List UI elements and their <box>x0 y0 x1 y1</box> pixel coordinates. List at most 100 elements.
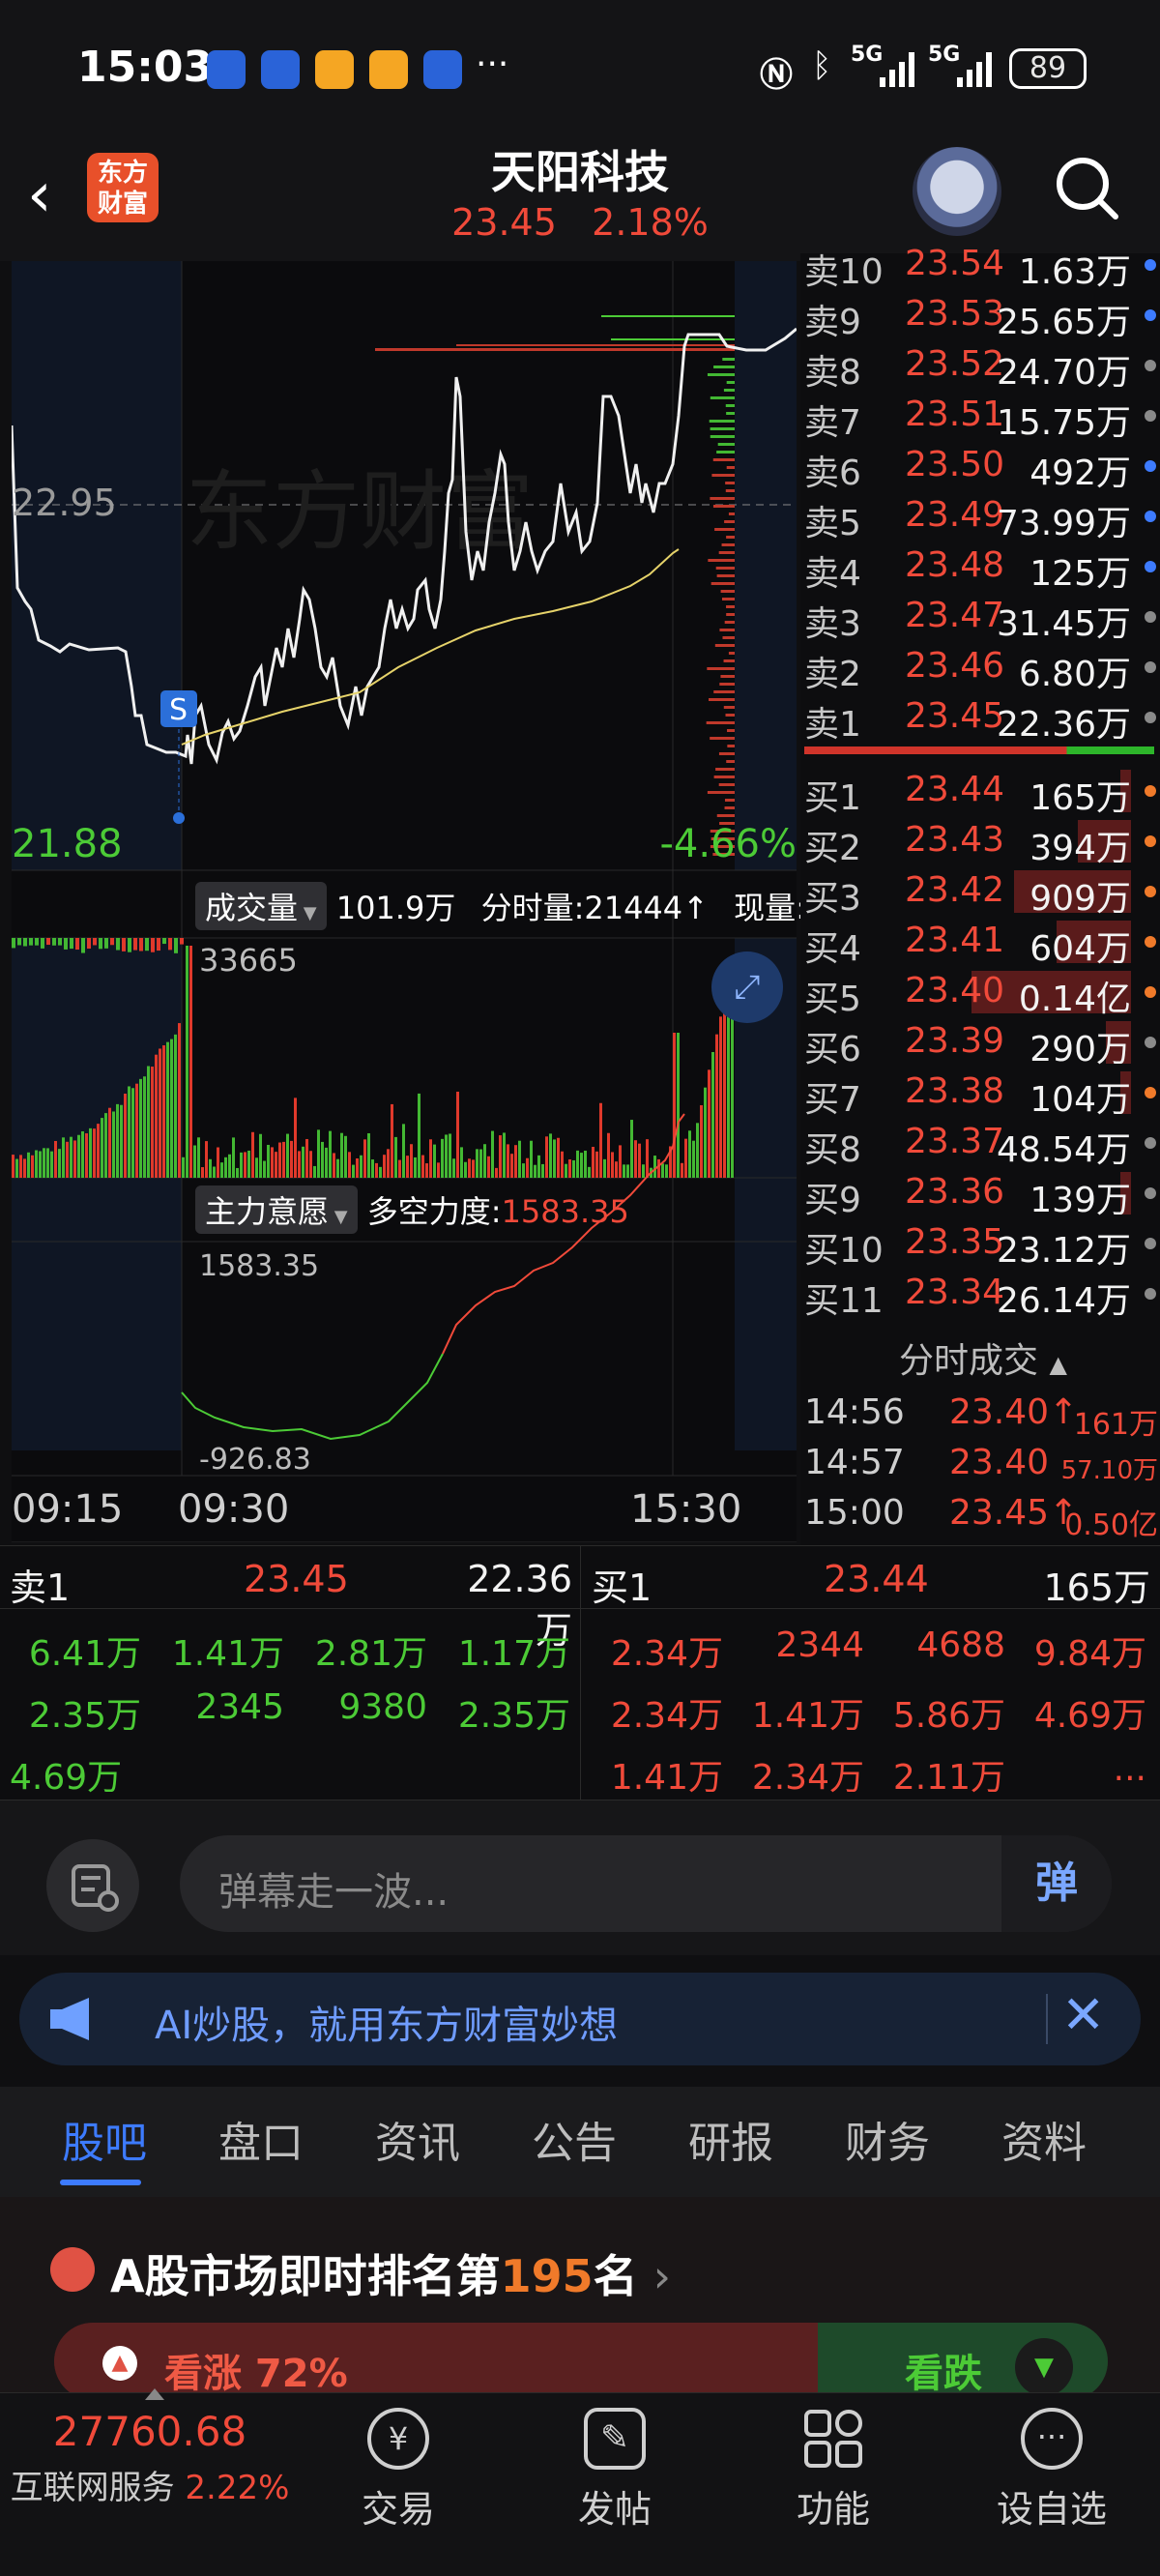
depth-bar <box>707 373 735 376</box>
danmu-send-button[interactable]: 弹 <box>1001 1835 1112 1932</box>
volume-bar <box>23 1158 26 1178</box>
ask-volume: 125万 <box>1030 554 1131 594</box>
nav-add-watchlist[interactable]: ··· 设自选 <box>974 2408 1129 2532</box>
buy-order-cell: 2.34万 <box>751 1758 864 1798</box>
depth-sell-label: 卖1 <box>10 1566 71 1609</box>
ask-row[interactable]: 卖2 23.46 6.80万 <box>804 642 1160 694</box>
depth-buy-price: 23.44 <box>824 1558 929 1600</box>
intraday-chart-panel[interactable]: 东方财富 S 22.95 21.88 -4.66% 成交量 ▼ 101.9万 分… <box>10 261 905 1543</box>
danmu-input[interactable]: 弹幕走一波... 弹 <box>180 1835 1112 1932</box>
ask-row[interactable]: 卖10 23.54 1.63万 <box>804 240 1160 292</box>
volume-bar <box>124 1094 127 1178</box>
depth-bar <box>719 629 735 631</box>
depth-bar <box>714 644 735 647</box>
bid-price: 23.41 <box>905 921 1005 960</box>
bid-volume: 26.14万 <box>996 1281 1131 1321</box>
depth-bar <box>611 338 735 340</box>
nav-add-watchlist-label: 设自选 <box>996 2488 1107 2531</box>
volume-bar <box>251 1131 254 1178</box>
bid-row[interactable]: 买11 23.34 26.14万 <box>804 1269 1160 1321</box>
ask-row[interactable]: 卖4 23.48 125万 <box>804 542 1160 594</box>
ticks-title[interactable]: 分时成交 ▲ <box>899 1332 1067 1383</box>
ask-row[interactable]: 卖9 23.53 25.65万 <box>804 290 1160 342</box>
tab-2[interactable]: 资讯 <box>375 2108 460 2170</box>
rank-text[interactable]: A股市场即时排名第195名 › <box>110 2241 671 2305</box>
bid-row[interactable]: 买4 23.41 604万 <box>804 917 1160 969</box>
notification-icon <box>261 50 300 89</box>
nav-post[interactable]: ✎ 发帖 <box>537 2408 692 2532</box>
bid-row[interactable]: 买1 23.44 165万 <box>804 766 1160 818</box>
ask-row[interactable]: 卖1 23.45 22.36万 <box>804 692 1160 745</box>
search-icon[interactable] <box>1052 153 1121 222</box>
close-icon[interactable]: ✕ <box>1061 1984 1105 2045</box>
volume-bar <box>545 1136 548 1178</box>
volume-bar <box>70 1136 72 1178</box>
tab-5[interactable]: 财务 <box>845 2108 930 2170</box>
volume-bar <box>267 1144 270 1178</box>
ask-volume: 6.80万 <box>1018 655 1131 694</box>
danmu-bar: 弹幕走一波... 弹 <box>0 1800 1160 1955</box>
index-ticker[interactable]: 27760.68 互联网服务 2.22% <box>0 2408 300 2508</box>
vote-bar[interactable]: ▲ 看涨 72% 看跌 ▼ <box>54 2323 1108 2400</box>
bid-row[interactable]: 买2 23.43 394万 <box>804 816 1160 868</box>
ask-row[interactable]: 卖8 23.52 24.70万 <box>804 340 1160 393</box>
bid-row[interactable]: 买10 23.35 23.12万 <box>804 1218 1160 1271</box>
tab-1[interactable]: 盘口 <box>218 2108 304 2170</box>
vote-down-icon[interactable]: ▼ <box>1015 2338 1073 2396</box>
bid-row[interactable]: 买5 23.40 0.14亿 <box>804 967 1160 1019</box>
ask-price: 23.49 <box>905 495 1005 535</box>
depth-bar <box>710 497 735 500</box>
volume-bar <box>39 1151 42 1178</box>
vote-up-icon[interactable]: ▲ <box>102 2346 137 2381</box>
ask-label: 卖2 <box>804 655 861 694</box>
bid-row[interactable]: 买9 23.36 139万 <box>804 1168 1160 1220</box>
bid-volume: 0.14亿 <box>1018 980 1131 1019</box>
grid-icon <box>802 2408 864 2470</box>
volume-bar <box>170 1039 173 1178</box>
tab-3[interactable]: 公告 <box>532 2108 617 2170</box>
tab-6[interactable]: 资料 <box>1001 2108 1087 2170</box>
bid-label: 买5 <box>804 980 861 1019</box>
ai-assistant-avatar[interactable] <box>913 147 1001 236</box>
tab-0[interactable]: 股吧 <box>62 2108 147 2170</box>
bid-volume: 23.12万 <box>996 1231 1131 1271</box>
nav-functions[interactable]: 功能 <box>756 2408 911 2532</box>
indicator-dropdown[interactable]: 主力意愿 ▼ <box>195 1186 358 1234</box>
volume-bar <box>282 1141 285 1178</box>
ask-row[interactable]: 卖5 23.49 73.99万 <box>804 491 1160 543</box>
depth-bar <box>713 776 735 778</box>
bid-row[interactable]: 买3 23.42 909万 <box>804 866 1160 919</box>
ask-label: 卖10 <box>804 252 884 292</box>
bid-price: 23.34 <box>905 1273 1005 1312</box>
volume-bar <box>387 1149 390 1178</box>
bid-row[interactable]: 买6 23.39 290万 <box>804 1017 1160 1069</box>
ask-volume: 15.75万 <box>996 403 1131 443</box>
nav-trade[interactable]: ¥ 交易 <box>321 2408 476 2532</box>
expand-icon[interactable]: ⤢ <box>711 951 783 1023</box>
more-icon: ··· <box>1021 2408 1083 2470</box>
bid-row[interactable]: 买8 23.37 48.54万 <box>804 1118 1160 1170</box>
tab-4[interactable]: 研报 <box>688 2108 773 2170</box>
ask-price: 23.54 <box>905 244 1005 283</box>
volume-bar <box>99 938 102 950</box>
ask-row[interactable]: 卖6 23.50 492万 <box>804 441 1160 493</box>
danmu-settings-icon[interactable] <box>46 1839 139 1932</box>
bid-row[interactable]: 买7 23.38 104万 <box>804 1068 1160 1120</box>
ai-ad-banner[interactable]: AI炒股，就用东方财富妙想 ✕ <box>19 1973 1141 2065</box>
nav-post-label: 发帖 <box>577 2488 652 2531</box>
divider <box>1046 1994 1048 2044</box>
volume-bar <box>468 1158 471 1178</box>
ask-row[interactable]: 卖7 23.51 15.75万 <box>804 391 1160 443</box>
vote-up-label: 看涨 72% <box>164 2352 348 2396</box>
volume-bar <box>52 938 56 946</box>
status-bar: 15:03 ··· Ⓝ ᛒ 5G 5G 89 <box>0 0 1160 135</box>
volume-bar <box>286 1133 289 1178</box>
ask-label: 卖6 <box>804 454 861 493</box>
ask-row[interactable]: 卖3 23.47 31.45万 <box>804 592 1160 644</box>
depth-buy-label: 买1 <box>592 1566 652 1609</box>
volume-bar <box>77 1134 80 1178</box>
premarket-shade <box>12 261 182 870</box>
volume-dropdown[interactable]: 成交量 ▼ <box>195 882 327 930</box>
volume-bar <box>375 1162 378 1178</box>
volume-bar <box>66 1141 69 1178</box>
